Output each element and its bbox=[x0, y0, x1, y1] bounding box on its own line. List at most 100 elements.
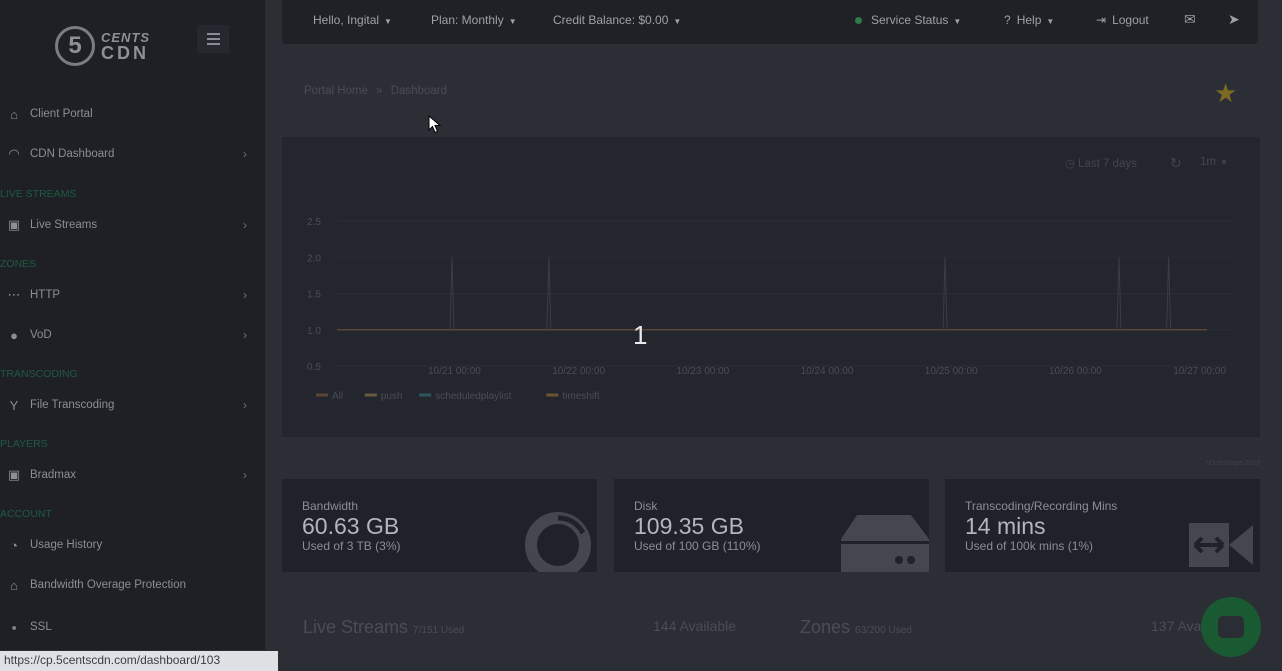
live-streams-used: 7/151 Used bbox=[413, 625, 465, 636]
sidebar-item-cdn-dashboard[interactable]: ◠ CDN Dashboard › bbox=[0, 139, 265, 169]
live-streams-title: Live Streams bbox=[303, 617, 409, 637]
sidebar-item-label: VoD bbox=[30, 329, 52, 341]
sidebar-section-label: ACCOUNT bbox=[0, 508, 52, 520]
sidebar-item-label: Client Portal bbox=[30, 108, 93, 120]
x-tick-label: 10/25 00:00 bbox=[925, 366, 978, 377]
sidebar-item-label: SSL bbox=[30, 621, 52, 633]
sidebar-item-ssl[interactable]: ▪ SSL bbox=[0, 612, 265, 642]
chevron-right-icon: › bbox=[243, 398, 247, 412]
lock-icon: ▪ bbox=[11, 619, 17, 635]
legend-label[interactable]: push bbox=[381, 391, 403, 402]
service-status-menu[interactable]: Service Status ▼ bbox=[855, 13, 961, 27]
question-circle-icon: ? bbox=[1004, 13, 1011, 27]
chart-footnote: *Octoshape 2019 bbox=[1206, 460, 1261, 467]
sidebar-item-label: Live Streams bbox=[30, 219, 98, 231]
sidebar-item-usage-history[interactable]: ◔ Usage History bbox=[0, 530, 265, 560]
x-tick-label: 10/22 00:00 bbox=[552, 366, 605, 377]
caret-down-icon: ▼ bbox=[508, 17, 517, 26]
sidebar-item-vod[interactable]: ● VoD › bbox=[0, 320, 265, 350]
sidebar-item-label: File Transcoding bbox=[30, 399, 115, 411]
hamburger-icon bbox=[206, 33, 220, 35]
sidebar-item-http[interactable]: ⋯ HTTP › bbox=[0, 280, 265, 310]
play-icon: ● bbox=[10, 327, 18, 343]
logout-link[interactable]: ⇥ Logout bbox=[1096, 13, 1149, 27]
y-tick-label: 1.0 bbox=[307, 326, 321, 337]
chevron-right-icon: › bbox=[243, 328, 247, 342]
sidebar-item-label: Bradmax bbox=[30, 469, 77, 481]
x-tick-label: 10/27 00:00 bbox=[1173, 366, 1226, 377]
bank-icon: ⌂ bbox=[10, 577, 18, 593]
stat-sub: Used of 100k mins (1%) bbox=[965, 539, 1094, 553]
sidebar-section-label: ZONES bbox=[0, 258, 37, 270]
home-icon: ⌂ bbox=[10, 106, 18, 122]
sidebar-section-label: PLAYERS bbox=[0, 438, 48, 450]
caret-down-icon: ▼ bbox=[953, 17, 962, 26]
gauge-icon: ◠ bbox=[8, 146, 20, 161]
logo[interactable]: 5 CENTS CDN bbox=[55, 24, 165, 68]
video-icon: ▣ bbox=[7, 217, 21, 232]
x-tick-label: 10/23 00:00 bbox=[676, 366, 729, 377]
logo-cents-text: CENTS bbox=[101, 29, 151, 45]
y-tick-label: 2.0 bbox=[307, 253, 321, 264]
caret-down-icon: ▼ bbox=[1046, 17, 1055, 26]
chevron-right-icon: › bbox=[243, 147, 247, 161]
overlay-number: 1 bbox=[633, 320, 648, 350]
menu-toggle-button[interactable] bbox=[197, 25, 229, 53]
stat-sub: Used of 100 GB (110%) bbox=[634, 539, 761, 553]
bandwidth-stat-card: Bandwidth 60.63 GB Used of 3 TB (3%) bbox=[282, 479, 597, 572]
sidebar-item-bradmax[interactable]: ▣ Bradmax › bbox=[0, 460, 265, 490]
legend-label[interactable]: timeshift bbox=[562, 391, 599, 402]
stat-value: 109.35 GB bbox=[634, 513, 744, 539]
top-navbar: Hello, Ingital ▼ Plan: Monthly ▼ Credit Ba… bbox=[282, 0, 1258, 44]
sidebar-item-live-streams[interactable]: ▣ Live Streams › bbox=[0, 210, 265, 240]
paper-plane-icon[interactable]: ➤ bbox=[1228, 11, 1240, 28]
donut-chart-icon bbox=[525, 512, 591, 572]
sidebar-item-label: Bandwidth Overage Protection bbox=[30, 579, 186, 591]
chat-bubble-icon bbox=[1218, 616, 1244, 638]
sidebar-item-file-transcoding[interactable]: Y File Transcoding › bbox=[0, 390, 265, 420]
user-menu[interactable]: Hello, Ingital ▼ bbox=[313, 13, 392, 27]
http-icon: ⋯ bbox=[7, 287, 21, 302]
legend-label[interactable]: scheduledplaylist bbox=[435, 391, 511, 402]
chat-button[interactable] bbox=[1201, 597, 1261, 657]
sidebar-item-label: Usage History bbox=[30, 539, 103, 551]
plan-menu[interactable]: Plan: Monthly ▼ bbox=[431, 13, 517, 27]
hard-drive-icon bbox=[841, 515, 929, 572]
transcode-arrows-icon bbox=[1189, 523, 1253, 567]
breadcrumb: Portal Home » Dashboard bbox=[304, 85, 447, 97]
status-dot-icon bbox=[855, 17, 862, 25]
sidebar-item-label: HTTP bbox=[30, 289, 61, 301]
x-tick-label: 10/26 00:00 bbox=[1049, 366, 1102, 377]
plan-text: Plan: Monthly bbox=[431, 13, 504, 27]
live-streams-available: 144 Available bbox=[653, 618, 737, 634]
sidebar-item-bandwidth-overage-protection[interactable]: ⌂ Bandwidth Overage Protection bbox=[0, 570, 265, 600]
logo-mark: 5 bbox=[55, 26, 95, 66]
breadcrumb-separator: » bbox=[376, 85, 383, 97]
x-tick-label: 10/24 00:00 bbox=[801, 366, 854, 377]
breadcrumb-current: Dashboard bbox=[390, 85, 447, 97]
help-menu[interactable]: ? Help ▼ bbox=[1004, 13, 1054, 27]
x-tick-label: 10/21 00:00 bbox=[428, 366, 481, 377]
legend-label[interactable]: All bbox=[332, 391, 343, 402]
stat-value: 60.63 GB bbox=[302, 513, 400, 539]
chevron-right-icon: › bbox=[243, 218, 247, 232]
envelope-icon[interactable]: ✉ bbox=[1184, 11, 1196, 28]
stat-value: 14 mins bbox=[965, 513, 1046, 539]
transcode-icon: Y bbox=[9, 397, 19, 413]
credit-balance-menu[interactable]: Credit Balance: $0.00 ▼ bbox=[553, 13, 681, 27]
sidebar-item-label: CDN Dashboard bbox=[30, 148, 115, 160]
caret-down-icon: ▼ bbox=[384, 17, 392, 26]
favorite-star-icon[interactable]: ★ bbox=[1214, 78, 1237, 109]
mouse-cursor-icon bbox=[428, 115, 442, 134]
status-bar-url: https://cp.5centscdn.com/dashboard/103 bbox=[0, 651, 278, 671]
stat-title: Bandwidth bbox=[302, 499, 359, 513]
live-streams-heading: Live Streams 7/151 Used bbox=[303, 617, 464, 638]
sidebar: 5 CENTS CDN ⌂ Client Portal ◠ CDN Dashboard… bbox=[0, 0, 265, 650]
sidebar-item-client-portal[interactable]: ⌂ Client Portal bbox=[0, 99, 265, 129]
breadcrumb-home-link[interactable]: Portal Home bbox=[304, 85, 368, 97]
y-tick-label: 1.5 bbox=[307, 290, 321, 301]
y-tick-label: 2.5 bbox=[307, 217, 321, 228]
zones-available: 137 Ava bbox=[1151, 618, 1202, 634]
traffic-line-chart: 0.5 1.0 1.5 2.0 2.5 10/21 00:00 10/22 00:00 10/… bbox=[307, 217, 1232, 402]
history-icon: ◔ bbox=[10, 537, 18, 553]
